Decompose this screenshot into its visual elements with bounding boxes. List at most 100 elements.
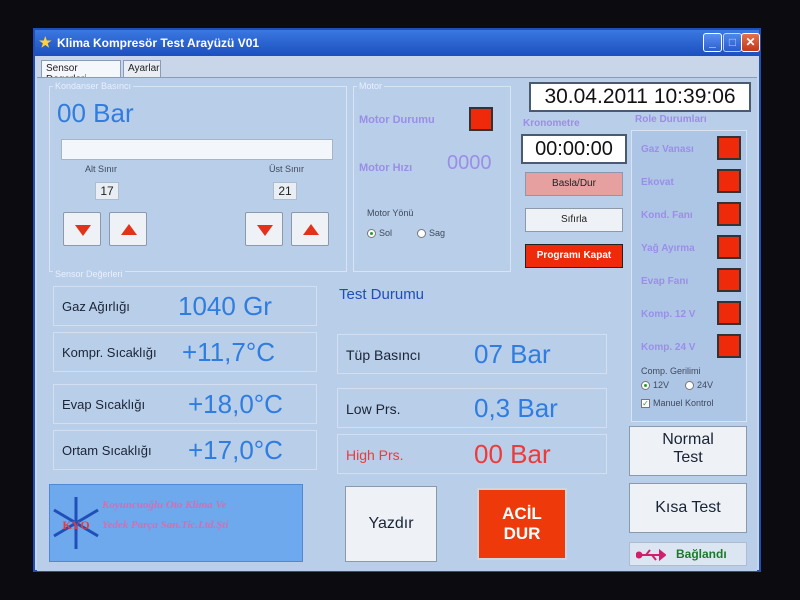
reset-button[interactable]: Sıfırla (525, 208, 623, 232)
emergency-stop-button[interactable]: ACİL DUR (477, 488, 567, 560)
motor-direction-label: Motor Yönü (367, 208, 414, 218)
min-limit-label: Alt Sınır (85, 164, 118, 174)
arrow-up-icon (303, 224, 319, 235)
radio-dot (641, 381, 650, 391)
test-value: 0,3 Bar (474, 393, 558, 423)
relay-label-komp-12v: Komp. 12 V (641, 309, 696, 320)
sensor-group-label: Sensor Değerleri (53, 269, 125, 279)
checkmark-icon: ✓ (641, 399, 650, 409)
test-label: Tüp Basıncı (346, 347, 421, 363)
chronometer-label: Kronometre (523, 118, 580, 129)
relay-label-gaz-vanasi: Gaz Vanası (641, 144, 694, 155)
logo-line2: Yedek Parça San.Tic.Ltd.Şti (102, 519, 229, 531)
arrow-up-icon (121, 224, 137, 235)
manual-control-checkbox[interactable]: ✓ Manuel Kontrol (641, 398, 714, 409)
radio-dot (367, 229, 376, 239)
relay-title: Role Durumları (635, 114, 707, 125)
normal-test-label-line2: Test (673, 449, 703, 466)
sensor-label: Ortam Sıcaklığı (62, 443, 152, 458)
logo-initials: KYO (62, 518, 89, 532)
tab-sensor-degerleri[interactable]: Sensor Degerleri (41, 60, 121, 85)
max-increase-button[interactable] (291, 212, 329, 246)
normal-test-label-line1: Normal (662, 431, 714, 448)
test-row-tube-pressure: Tüp Basıncı 07 Bar (337, 334, 607, 374)
direction-left-radio[interactable]: Sol (367, 228, 393, 239)
motor-status-label: Motor Durumu (359, 114, 435, 126)
min-increase-button[interactable] (109, 212, 147, 246)
sensor-label: Evap Sıcaklığı (62, 397, 146, 412)
sensor-row-compressor-temp: Kompr. Sıcaklığı +11,7°C (53, 332, 317, 372)
normal-test-button[interactable]: Normal Test (629, 426, 747, 476)
radio-dot (685, 381, 694, 391)
sensor-value: +17,0°C (188, 435, 283, 465)
short-test-button[interactable]: Kısa Test (629, 483, 747, 533)
emergency-label-line2: DUR (503, 524, 541, 543)
comp-voltage-label: Comp. Gerilimi (641, 366, 701, 376)
relay-indicator-gaz-vanasi[interactable] (717, 136, 741, 160)
sensor-value: +18,0°C (188, 389, 283, 419)
min-limit-value[interactable]: 17 (95, 182, 119, 200)
relay-indicator-komp-24v[interactable] (717, 334, 741, 358)
motor-speed-label: Motor Hızı (359, 162, 413, 174)
test-label: High Prs. (346, 447, 404, 463)
print-button[interactable]: Yazdır (345, 486, 437, 562)
voltage-12v-label: 12V (653, 380, 670, 390)
close-button[interactable]: ✕ (741, 33, 760, 52)
relay-indicator-evap-fani[interactable] (717, 268, 741, 292)
sensor-row-evap-temp: Evap Sıcaklığı +18,0°C (53, 384, 317, 424)
max-limit-value[interactable]: 21 (273, 182, 297, 200)
company-logo: KYO Koyuncuoğlu Oto Klima Ve Yedek Parça… (49, 484, 303, 562)
chronometer-display: 00:00:00 (521, 134, 627, 164)
minimize-button[interactable]: _ (703, 33, 722, 52)
max-decrease-button[interactable] (245, 212, 283, 246)
relay-indicator-kond-fani[interactable] (717, 202, 741, 226)
relay-indicator-yag-ayirma[interactable] (717, 235, 741, 259)
voltage-24v-label: 24V (697, 380, 714, 390)
sensor-label: Gaz Ağırlığı (62, 299, 130, 314)
tab-page: Kondanser Basıncı 00 Bar Alt Sınır Üst S… (37, 77, 757, 571)
app-window: ★ Klima Kompresör Test Arayüzü V01 _ □ ✕… (33, 28, 761, 572)
start-stop-button[interactable]: Basla/Dur (525, 172, 623, 196)
test-label: Low Prs. (346, 401, 401, 417)
close-program-button[interactable]: Programı Kapat (525, 244, 623, 268)
motor-group-label: Motor (357, 81, 385, 91)
relay-indicator-ekovat[interactable] (717, 169, 741, 193)
usb-icon (636, 548, 666, 562)
tab-ayarlar[interactable]: Ayarlar (123, 60, 161, 78)
connection-status: Bağlandı (629, 542, 747, 566)
sensor-value: +11,7°C (182, 337, 276, 367)
test-status-title: Test Durumu (339, 286, 425, 303)
direction-left-label: Sol (379, 228, 393, 238)
relay-label-kond-fani: Kond. Fanı (641, 210, 693, 221)
emergency-label-line1: ACİL (502, 504, 542, 523)
test-row-high-pressure: High Prs. 00 Bar (337, 434, 607, 474)
relay-label-ekovat: Ekovat (641, 177, 674, 188)
maximize-button[interactable]: □ (723, 33, 742, 52)
relay-label-komp-24v: Komp. 24 V (641, 342, 696, 353)
test-value: 07 Bar (474, 339, 551, 369)
min-decrease-button[interactable] (63, 212, 101, 246)
window-title: Klima Kompresör Test Arayüzü V01 (57, 36, 260, 50)
direction-right-radio[interactable]: Sag (417, 228, 446, 239)
relay-indicator-komp-12v[interactable] (717, 301, 741, 325)
arrow-down-icon (75, 225, 91, 236)
voltage-24v-radio[interactable]: 24V (685, 380, 714, 391)
condenser-group-label: Kondanser Basıncı (53, 81, 134, 91)
sensor-row-gas-weight: Gaz Ağırlığı 1040 Gr (53, 286, 317, 326)
arrow-down-icon (257, 225, 273, 236)
motor-status-indicator (469, 107, 493, 131)
snowflake-logo-icon: KYO (53, 497, 99, 549)
condenser-pressure-value: 00 Bar (57, 98, 134, 128)
datetime-display: 30.04.2011 10:39:06 (529, 82, 751, 112)
manual-control-label: Manuel Kontrol (653, 398, 714, 408)
relay-label-evap-fani: Evap Fanı (641, 276, 689, 287)
sensor-label: Kompr. Sıcaklığı (62, 345, 157, 360)
sensor-value: 1040 Gr (178, 291, 272, 321)
title-bar[interactable]: ★ Klima Kompresör Test Arayüzü V01 _ □ ✕ (35, 30, 760, 56)
voltage-12v-radio[interactable]: 12V (641, 380, 670, 391)
direction-right-label: Sag (429, 228, 446, 238)
star-icon: ★ (39, 34, 52, 50)
max-limit-label: Üst Sınır (269, 164, 305, 174)
condenser-progress-bar (61, 139, 333, 160)
radio-dot (417, 229, 426, 239)
